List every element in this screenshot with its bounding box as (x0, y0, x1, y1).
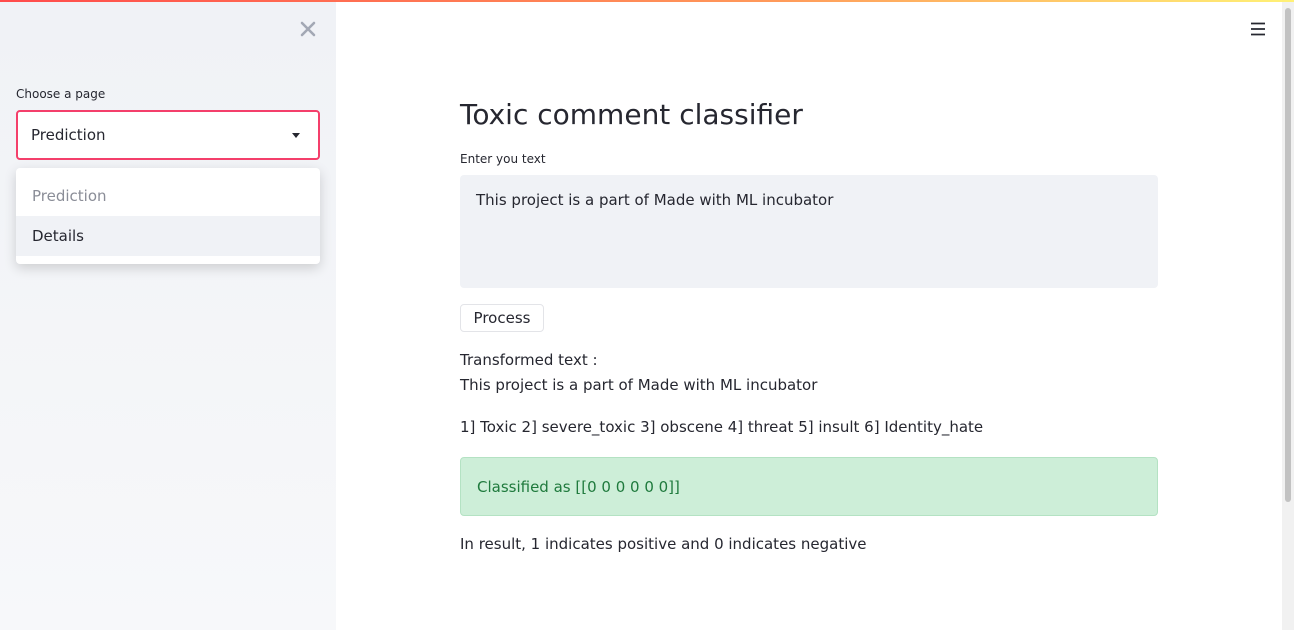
hamburger-menu-icon[interactable] (1250, 21, 1266, 37)
caret-down-icon (292, 133, 300, 138)
result-note: In result, 1 indicates positive and 0 in… (460, 535, 867, 553)
page-select-dropdown: Prediction Details (16, 168, 320, 264)
sidebar: Choose a page Prediction Prediction Deta… (0, 0, 336, 630)
page-select[interactable]: Prediction (16, 110, 320, 160)
page-title: Toxic comment classifier (460, 98, 803, 131)
close-icon[interactable] (298, 19, 318, 39)
scrollbar[interactable] (1282, 0, 1294, 630)
result-text: Classified as [[0 0 0 0 0 0]] (477, 477, 680, 496)
dropdown-option-prediction[interactable]: Prediction (16, 176, 320, 216)
transformed-text-value: This project is a part of Made with ML i… (460, 376, 818, 394)
categories-legend: 1] Toxic 2] severe_toxic 3] obscene 4] t… (460, 418, 984, 436)
text-input[interactable]: This project is a part of Made with ML i… (460, 175, 1158, 288)
page-select-label: Choose a page (16, 87, 106, 101)
scrollbar-thumb[interactable] (1285, 8, 1291, 502)
text-input-label: Enter you text (460, 152, 546, 166)
process-button[interactable]: Process (460, 304, 544, 332)
result-success-alert: Classified as [[0 0 0 0 0 0]] (460, 457, 1158, 516)
top-decoration-bar (0, 0, 1294, 2)
page-select-value: Prediction (31, 126, 106, 144)
transformed-text-label: Transformed text : (460, 351, 598, 369)
dropdown-option-details[interactable]: Details (16, 216, 320, 256)
